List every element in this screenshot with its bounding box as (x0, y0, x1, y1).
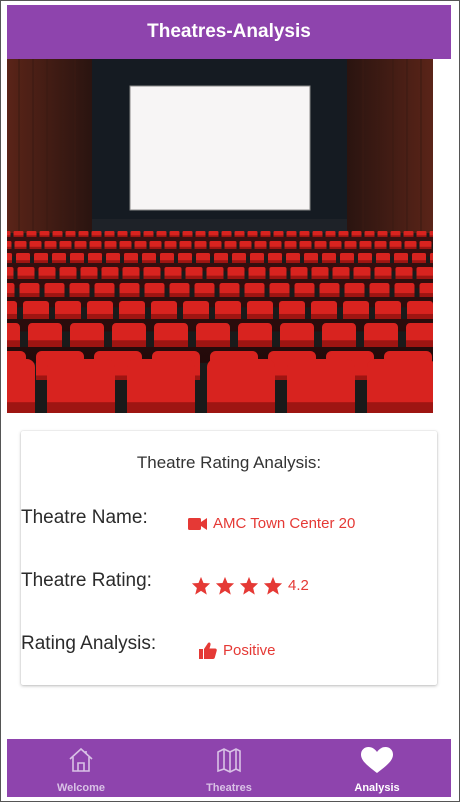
star-icon (239, 576, 259, 595)
heart-icon (360, 746, 394, 779)
tab-welcome-label: Welcome (56, 782, 106, 794)
rating-analysis-text: Positive (223, 642, 276, 659)
app-header: Theatres-Analysis (7, 5, 451, 59)
star-icon (191, 576, 211, 595)
thumbs-up-icon (199, 642, 217, 659)
theatre-image (7, 59, 433, 413)
tab-theatres-label: Theatres (206, 782, 252, 794)
tab-welcome[interactable]: Welcome (7, 739, 155, 797)
rating-number: 4.2 (288, 577, 309, 594)
star-icon (263, 576, 283, 595)
rating-card: Theatre Rating Analysis: Theatre Name: A… (21, 431, 437, 685)
rating-stars (191, 576, 283, 595)
theatre-name-label: Theatre Name: (21, 507, 148, 528)
app-title: Theatres-Analysis (147, 21, 311, 42)
theatre-name-value: AMC Town Center 20 (188, 515, 355, 532)
home-icon (67, 746, 95, 779)
app-frame: Theatres-Analysis Theatre Rating Analysi… (0, 0, 460, 802)
rating-analysis-label: Rating Analysis: (21, 633, 157, 654)
star-icon (215, 576, 235, 595)
tab-theatres[interactable]: Theatres (155, 739, 303, 797)
map-icon (215, 746, 243, 779)
bottom-tab-bar: Welcome Theatres Analysis (7, 739, 451, 797)
card-title: Theatre Rating Analysis: (136, 453, 322, 472)
tab-analysis-label: Analysis (354, 782, 400, 794)
rating-analysis-value: Positive (199, 642, 276, 659)
tab-analysis[interactable]: Analysis (303, 739, 451, 797)
theatre-name-text: AMC Town Center 20 (213, 515, 356, 532)
video-camera-icon (188, 517, 207, 531)
theatre-rating-value: 4.2 (191, 576, 309, 595)
theatre-rating-label: Theatre Rating: (21, 570, 152, 591)
